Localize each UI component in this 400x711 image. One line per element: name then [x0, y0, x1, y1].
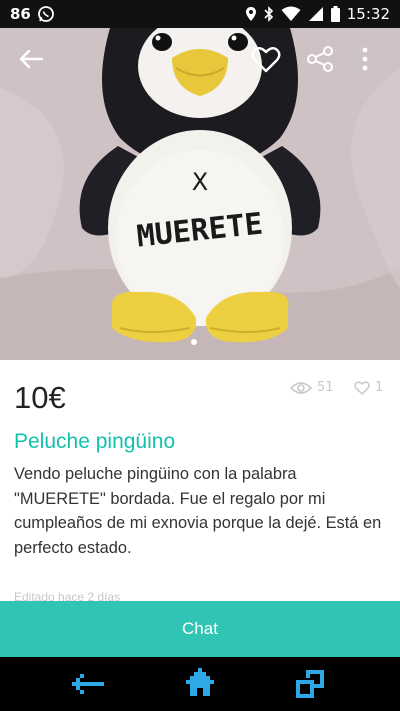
embroidery-mark: X: [192, 168, 208, 196]
system-nav-bar: [0, 657, 400, 711]
penguin-plush-image: X MUERETE: [0, 28, 400, 360]
notification-count: 86: [10, 5, 31, 23]
chat-button-label: Chat: [182, 619, 218, 638]
share-button[interactable]: [303, 42, 337, 76]
nav-recents-button[interactable]: [292, 666, 328, 702]
location-icon: [245, 6, 257, 22]
eye-icon: [290, 381, 312, 394]
favorite-button[interactable]: [249, 42, 283, 76]
back-nav-icon: [72, 674, 104, 694]
chat-button[interactable]: Chat: [0, 601, 400, 657]
back-arrow-icon: [19, 49, 44, 69]
heart-icon: [251, 46, 281, 72]
more-vertical-icon: [362, 47, 368, 71]
edited-timestamp: Editado hace 2 días: [14, 590, 121, 601]
nav-back-button[interactable]: [68, 666, 104, 702]
price-row: 10€ 51 1: [0, 360, 400, 420]
status-left: 86: [10, 5, 55, 23]
home-nav-icon: [186, 668, 214, 696]
recents-nav-icon: [296, 670, 324, 698]
product-photo[interactable]: X MUERETE: [0, 28, 400, 360]
more-options-button[interactable]: [348, 42, 382, 76]
price: 10€: [14, 380, 66, 415]
listing-title: Peluche pingüino: [14, 430, 176, 453]
views-count: 51: [317, 380, 334, 395]
favorites-count: 1: [375, 380, 384, 395]
back-button[interactable]: [14, 42, 48, 76]
wifi-icon: [281, 6, 301, 22]
bluetooth-icon: [264, 6, 274, 22]
whatsapp-icon: [37, 5, 55, 23]
views-stat: 51: [290, 380, 334, 395]
heart-outline-icon: [354, 380, 370, 395]
signal-icon: [308, 6, 324, 22]
listing-description: Vendo peluche pingüino con la palabra "M…: [14, 465, 382, 557]
status-bar: 86 15:32: [0, 0, 400, 28]
battery-icon: [330, 6, 340, 22]
clock: 15:32: [346, 5, 390, 23]
favorites-stat: 1: [354, 380, 383, 395]
photo-page-indicator: [191, 339, 197, 345]
status-right: 15:32: [245, 5, 390, 23]
share-icon: [307, 46, 333, 72]
nav-home-button[interactable]: [182, 666, 218, 702]
